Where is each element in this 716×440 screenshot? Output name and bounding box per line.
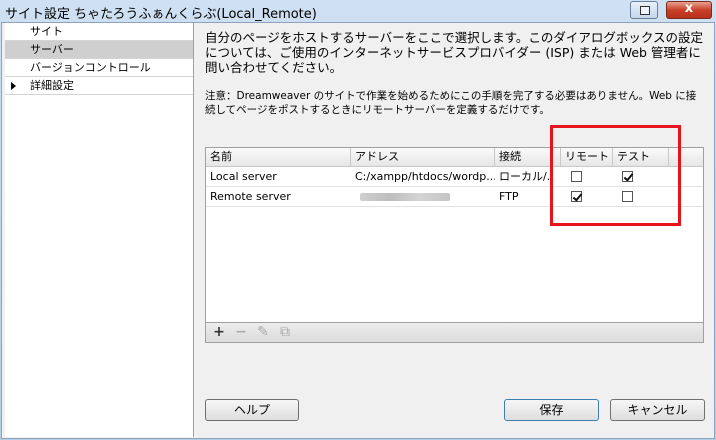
add-server-icon[interactable]: + [210, 324, 228, 341]
category-sidebar: サイト サーバー バージョンコントロール 詳細設定 [5, 23, 194, 437]
sidebar-item-version-control[interactable]: バージョンコントロール [5, 59, 193, 77]
sidebar-item-site[interactable]: サイト [5, 23, 193, 41]
sidebar-item-advanced[interactable]: 詳細設定 [5, 77, 193, 95]
cancel-button[interactable]: キャンセル [610, 399, 705, 421]
edit-server-icon[interactable]: ✎ [254, 324, 272, 341]
save-button[interactable]: 保存 [504, 399, 599, 421]
sidebar-item-servers[interactable]: サーバー [5, 41, 193, 59]
close-button[interactable]: x [666, 1, 712, 19]
restore-button[interactable] [630, 1, 658, 19]
server-connection-cell: FTP [499, 190, 519, 203]
server-address-cell: C:/xampp/htdocs/wordp... [355, 170, 495, 183]
column-header-name[interactable]: 名前 [206, 148, 351, 166]
highlight-box [550, 125, 681, 226]
server-toolbar: + − ✎ ⧉ [205, 323, 704, 343]
sidebar-item-label: サーバー [30, 43, 74, 56]
column-header-address[interactable]: アドレス [351, 148, 495, 166]
dialog-body: サイト サーバー バージョンコントロール 詳細設定 自分のページをホストするサー… [1, 22, 715, 439]
servers-panel: 自分のページをホストするサーバーをここで選択します。このダイアログボックスの設定… [194, 23, 714, 437]
site-settings-window: サイト設定 ちゃたろうふぁんくらぶ(Local_Remote) x サイト サー… [0, 0, 716, 440]
expand-arrow-icon[interactable] [11, 82, 16, 90]
server-name-cell: Local server [210, 170, 277, 183]
servers-note: 注意：Dreamweaver のサイトで作業を始めるためにこの手順を完了する必要… [205, 90, 697, 116]
redacted-address [360, 193, 450, 201]
help-button[interactable]: ヘルプ [205, 399, 299, 421]
close-icon: x [684, 1, 694, 16]
sidebar-item-label: 詳細設定 [30, 79, 74, 92]
server-name-cell: Remote server [210, 190, 291, 203]
restore-icon [640, 6, 650, 15]
window-title: サイト設定 ちゃたろうふぁんくらぶ(Local_Remote) [5, 7, 317, 22]
servers-description: 自分のページをホストするサーバーをここで選択します。このダイアログボックスの設定… [205, 30, 704, 75]
remove-server-icon[interactable]: − [232, 324, 250, 341]
sidebar-item-label: サイト [30, 25, 63, 38]
server-connection-cell: ローカル/... [499, 170, 555, 183]
duplicate-server-icon[interactable]: ⧉ [276, 324, 294, 341]
sidebar-item-label: バージョンコントロール [30, 61, 151, 74]
title-bar: サイト設定 ちゃたろうふぁんくらぶ(Local_Remote) x [0, 0, 716, 22]
